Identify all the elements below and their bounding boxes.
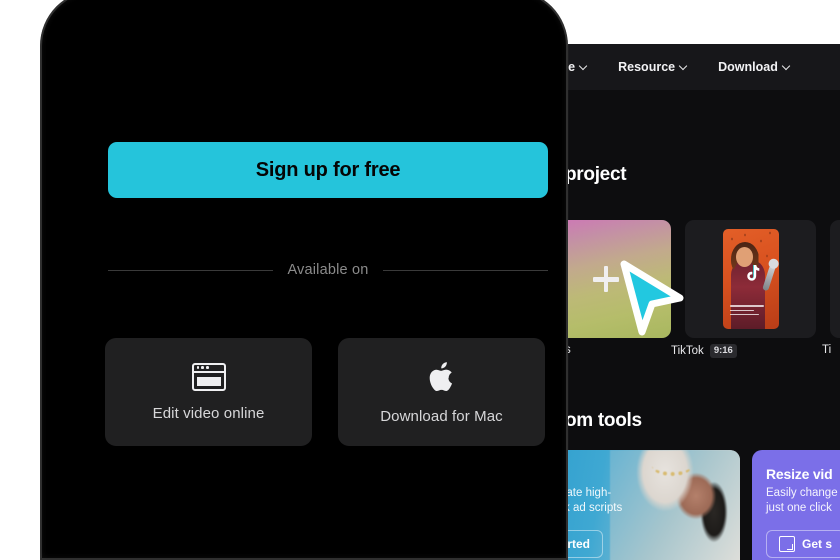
aspect-ratio-badge: 9:16: [709, 344, 737, 358]
nav-item-resource-label: Resource: [618, 60, 676, 74]
app-nav-bar: te Resource Download: [568, 44, 840, 90]
projects-section-title: project: [568, 164, 627, 185]
tools-section-title: om tools: [568, 410, 642, 431]
project-card-tiktok[interactable]: [685, 220, 816, 338]
projects-card-row: [568, 220, 840, 338]
project-card-third[interactable]: [830, 220, 840, 338]
tool-card-resize-video[interactable]: Resize vid Easily change just one click …: [752, 450, 840, 560]
apple-logo-icon: [429, 361, 452, 391]
project-name: Ti: [822, 344, 832, 356]
nav-item-resource[interactable]: Resource: [618, 60, 688, 74]
tool-card-photo: [610, 450, 740, 560]
tool-card-button-label: Get s: [802, 537, 833, 551]
download-for-mac-button[interactable]: Download for Mac: [338, 338, 545, 446]
nav-item-template-label: te: [568, 60, 576, 74]
browser-window-icon: [191, 362, 226, 391]
tool-card-description: generate high- TikTok ad scripts: [568, 487, 623, 514]
chevron-down-icon: [782, 62, 791, 71]
project-meta-tiktok: TikTok 9:16: [671, 344, 737, 358]
new-project-card[interactable]: [568, 220, 671, 338]
platform-button-row: Edit video online Download for Mac: [105, 338, 545, 446]
project-thumbnail: [722, 229, 779, 329]
available-on-divider: Available on: [108, 262, 549, 278]
chain-necklace: [652, 456, 692, 476]
download-for-mac-label: Download for Mac: [380, 407, 503, 425]
app-content-area: project TikTok 9:16 Ti om tools ate high…: [568, 90, 840, 560]
project-name: TikTok: [671, 344, 704, 357]
tool-card-ad-script[interactable]: t generate high- TikTok ad scripts start…: [568, 450, 740, 560]
tool-card-title: Resize vid: [766, 466, 833, 482]
tool-card-get-started-button[interactable]: started: [568, 530, 604, 558]
chevron-down-icon: [679, 62, 688, 71]
tool-card-description: Easily change just one click: [766, 487, 838, 514]
tools-card-row: t generate high- TikTok ad scripts start…: [568, 450, 840, 560]
project-meta-third: Ti: [822, 344, 831, 356]
nav-item-template[interactable]: te: [568, 60, 588, 74]
project-name: s: [568, 344, 571, 356]
nav-item-download-label: Download: [718, 60, 778, 74]
edit-video-online-label: Edit video online: [152, 404, 265, 422]
divider-label: Available on: [287, 262, 369, 278]
background-app-window: te Resource Download project: [568, 44, 840, 560]
tool-card-get-started-button[interactable]: Get s: [766, 530, 840, 558]
face-shape: [735, 247, 753, 267]
caption-lines: [729, 305, 764, 318]
chevron-down-icon: [579, 62, 588, 71]
tool-card-button-label: started: [568, 537, 591, 551]
nav-item-download[interactable]: Download: [718, 60, 791, 74]
resize-icon: [779, 536, 795, 552]
foreground-signup-panel: Sign up for free Available on Edit video…: [40, 0, 568, 560]
divider-line-left: [108, 269, 274, 271]
sign-up-button[interactable]: Sign up for free: [108, 142, 548, 198]
divider-line-right: [382, 269, 549, 271]
plus-icon: [592, 266, 619, 292]
edit-video-online-button[interactable]: Edit video online: [105, 338, 312, 446]
tiktok-logo-icon: [746, 265, 759, 281]
project-meta-new: s: [568, 344, 571, 356]
